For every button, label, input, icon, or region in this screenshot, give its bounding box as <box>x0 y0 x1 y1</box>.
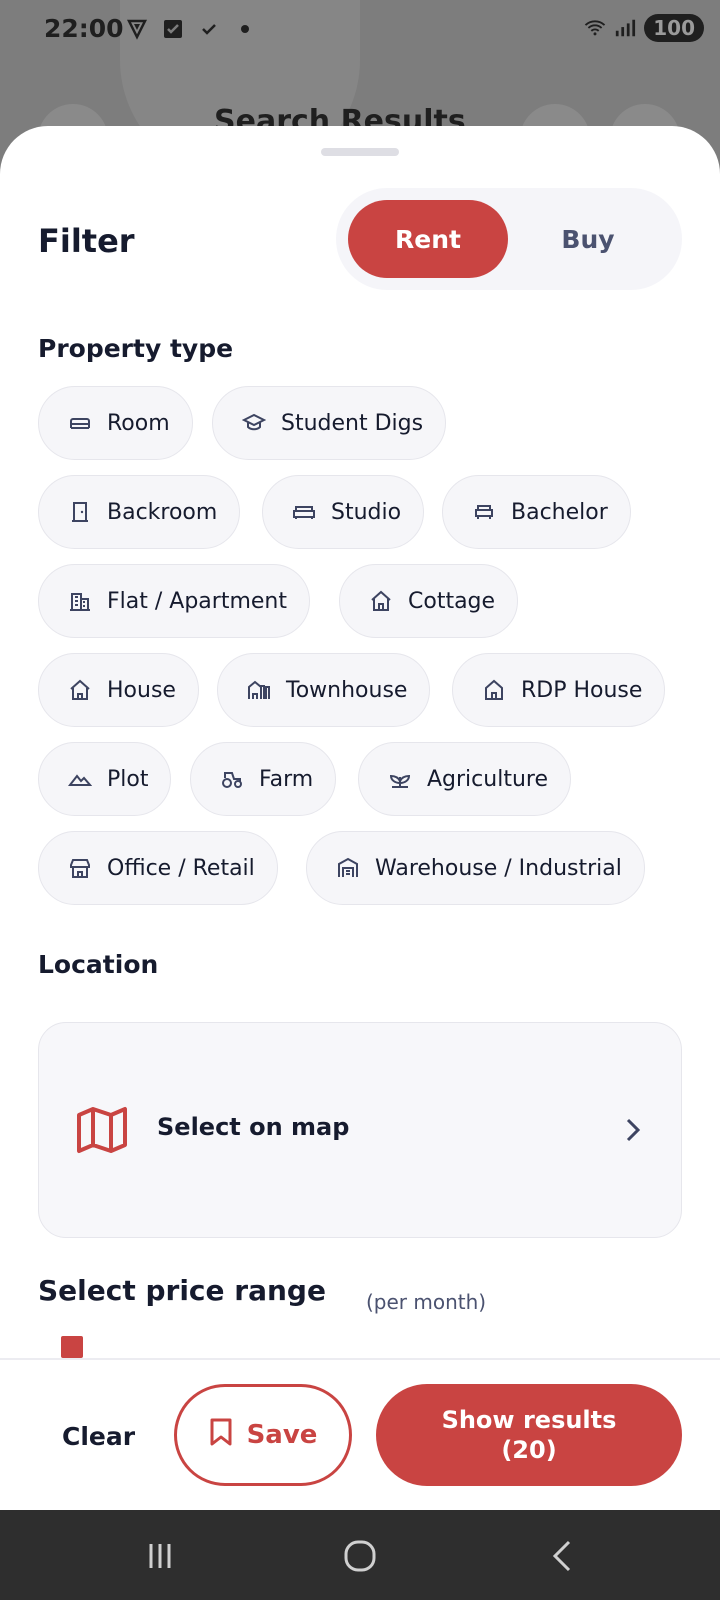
filter-bottom-sheet: Filter Rent Buy Property type Room Stude… <box>0 126 720 1510</box>
chip-label: Room <box>107 410 170 436</box>
chip-label: Farm <box>259 766 314 792</box>
signal-icon <box>614 17 636 39</box>
status-bar: 22:00 100 <box>0 0 720 64</box>
battery-indicator: 100 <box>644 14 704 42</box>
armchair-icon <box>471 499 497 525</box>
dot-icon <box>234 18 256 40</box>
warehouse-icon <box>335 855 361 881</box>
mountain-icon <box>67 766 93 792</box>
chip-house[interactable]: House <box>38 653 199 727</box>
check-icon <box>198 18 220 40</box>
chip-studio[interactable]: Studio <box>262 475 425 549</box>
store-icon <box>67 855 93 881</box>
show-results-label: Show results <box>441 1406 617 1434</box>
chip-plot[interactable]: Plot <box>38 742 172 816</box>
save-label: Save <box>246 1420 318 1450</box>
townhouse-icon <box>246 677 272 703</box>
bookmark-icon <box>209 1417 233 1454</box>
recent-apps-icon[interactable] <box>138 1534 182 1578</box>
map-icon <box>75 1103 129 1157</box>
chip-rdp-house[interactable]: RDP House <box>452 653 666 727</box>
clear-button[interactable]: Clear <box>62 1422 135 1451</box>
select-on-map-card[interactable]: Select on map <box>38 1022 682 1238</box>
sheet-drag-handle[interactable] <box>321 148 399 156</box>
home-icon[interactable] <box>338 1534 382 1578</box>
chip-label: Plot <box>107 766 149 792</box>
system-navigation-bar <box>0 1510 720 1600</box>
cottage-icon <box>368 588 394 614</box>
chip-townhouse[interactable]: Townhouse <box>217 653 431 727</box>
chevron-right-icon <box>621 1115 645 1145</box>
door-icon <box>67 499 93 525</box>
chip-label: Studio <box>331 499 402 525</box>
vpn-shield-icon <box>126 18 148 40</box>
show-results-button[interactable]: Show results (20) <box>376 1384 682 1486</box>
chip-label: Bachelor <box>511 499 608 525</box>
status-time: 22:00 <box>44 14 124 43</box>
checkbox-notification-icon <box>162 18 184 40</box>
chip-flat-apartment[interactable]: Flat / Apartment <box>38 564 310 638</box>
plant-icon <box>387 766 413 792</box>
chip-label: RDP House <box>521 677 643 703</box>
footer-divider <box>0 1358 720 1360</box>
chip-label: Townhouse <box>286 677 408 703</box>
house-icon <box>67 677 93 703</box>
chip-agriculture[interactable]: Agriculture <box>358 742 571 816</box>
chip-office-retail[interactable]: Office / Retail <box>38 831 278 905</box>
buy-option[interactable]: Buy <box>508 200 668 278</box>
chip-label: Agriculture <box>427 766 548 792</box>
chip-label: Student Digs <box>281 410 424 436</box>
price-slider-handle[interactable] <box>61 1336 83 1358</box>
back-icon[interactable] <box>540 1534 584 1578</box>
bed-icon <box>67 410 93 436</box>
chip-warehouse-industrial[interactable]: Warehouse / Industrial <box>306 831 645 905</box>
price-range-title: Select price range <box>38 1274 326 1307</box>
filter-title: Filter <box>38 222 135 260</box>
chip-bachelor[interactable]: Bachelor <box>442 475 631 549</box>
price-range-subtitle: (per month) <box>366 1290 487 1314</box>
chip-label: House <box>107 677 176 703</box>
chip-room[interactable]: Room <box>38 386 193 460</box>
save-button[interactable]: Save <box>174 1384 352 1486</box>
chip-farm[interactable]: Farm <box>190 742 337 816</box>
home-outline-icon <box>481 677 507 703</box>
rent-option[interactable]: Rent <box>348 200 508 278</box>
property-type-title: Property type <box>38 334 234 363</box>
chip-label: Cottage <box>408 588 496 614</box>
chip-cottage[interactable]: Cottage <box>339 564 519 638</box>
select-on-map-label: Select on map <box>157 1113 350 1141</box>
chip-label: Flat / Apartment <box>107 588 287 614</box>
rent-buy-toggle[interactable]: Rent Buy <box>336 188 682 290</box>
show-results-count: (20) <box>501 1436 557 1464</box>
building-icon <box>67 588 93 614</box>
graduation-cap-icon <box>241 410 267 436</box>
sofa-icon <box>291 499 317 525</box>
tractor-icon <box>219 766 245 792</box>
chip-backroom[interactable]: Backroom <box>38 475 241 549</box>
location-title: Location <box>38 950 159 979</box>
chip-label: Warehouse / Industrial <box>375 855 622 881</box>
wifi-icon <box>584 17 606 39</box>
chip-label: Backroom <box>107 499 218 525</box>
chip-student-digs[interactable]: Student Digs <box>212 386 447 460</box>
chip-label: Office / Retail <box>107 855 255 881</box>
